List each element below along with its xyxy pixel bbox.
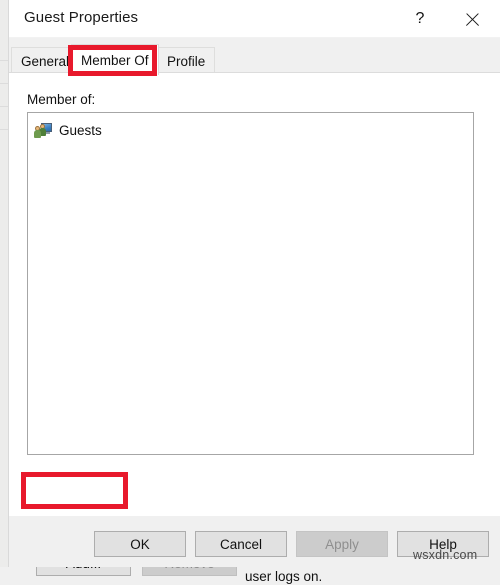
tab-member-of-label: Member Of — [81, 52, 149, 68]
cancel-button-label: Cancel — [219, 536, 263, 552]
group-icon — [34, 122, 52, 139]
tab-profile-label: Profile — [167, 53, 206, 69]
tab-profile[interactable]: Profile — [157, 47, 216, 74]
close-icon — [464, 11, 481, 28]
apply-button: Apply — [296, 531, 388, 557]
tab-general[interactable]: General — [11, 47, 80, 74]
ok-button-label: OK — [130, 536, 150, 552]
window-title: Guest Properties — [24, 9, 139, 26]
tab-general-label: General — [21, 53, 70, 69]
question-mark-icon: ? — [415, 10, 425, 27]
close-caption-button[interactable] — [449, 0, 495, 38]
background-window-lines — [0, 60, 8, 180]
member-of-panel: Member of: Guests Add... Remove Changes … — [9, 72, 500, 584]
help-caption-button[interactable]: ? — [397, 0, 443, 38]
list-item-label: Guests — [59, 122, 102, 138]
background-window-edge — [0, 0, 9, 567]
tab-member-of[interactable]: Member Of — [71, 44, 159, 75]
tab-strip: General Member Of Profile — [9, 38, 500, 75]
watermark: wsxdn.com — [413, 548, 478, 562]
guest-properties-dialog: Guest Properties ? General Member Of Pro… — [0, 0, 500, 584]
list-item[interactable]: Guests — [28, 119, 473, 141]
cancel-button[interactable]: Cancel — [195, 531, 287, 557]
title-bar: Guest Properties ? — [9, 0, 500, 38]
member-of-label: Member of: — [27, 92, 96, 107]
apply-button-label: Apply — [325, 536, 359, 552]
ok-button[interactable]: OK — [94, 531, 186, 557]
member-of-listbox[interactable]: Guests — [27, 112, 474, 455]
